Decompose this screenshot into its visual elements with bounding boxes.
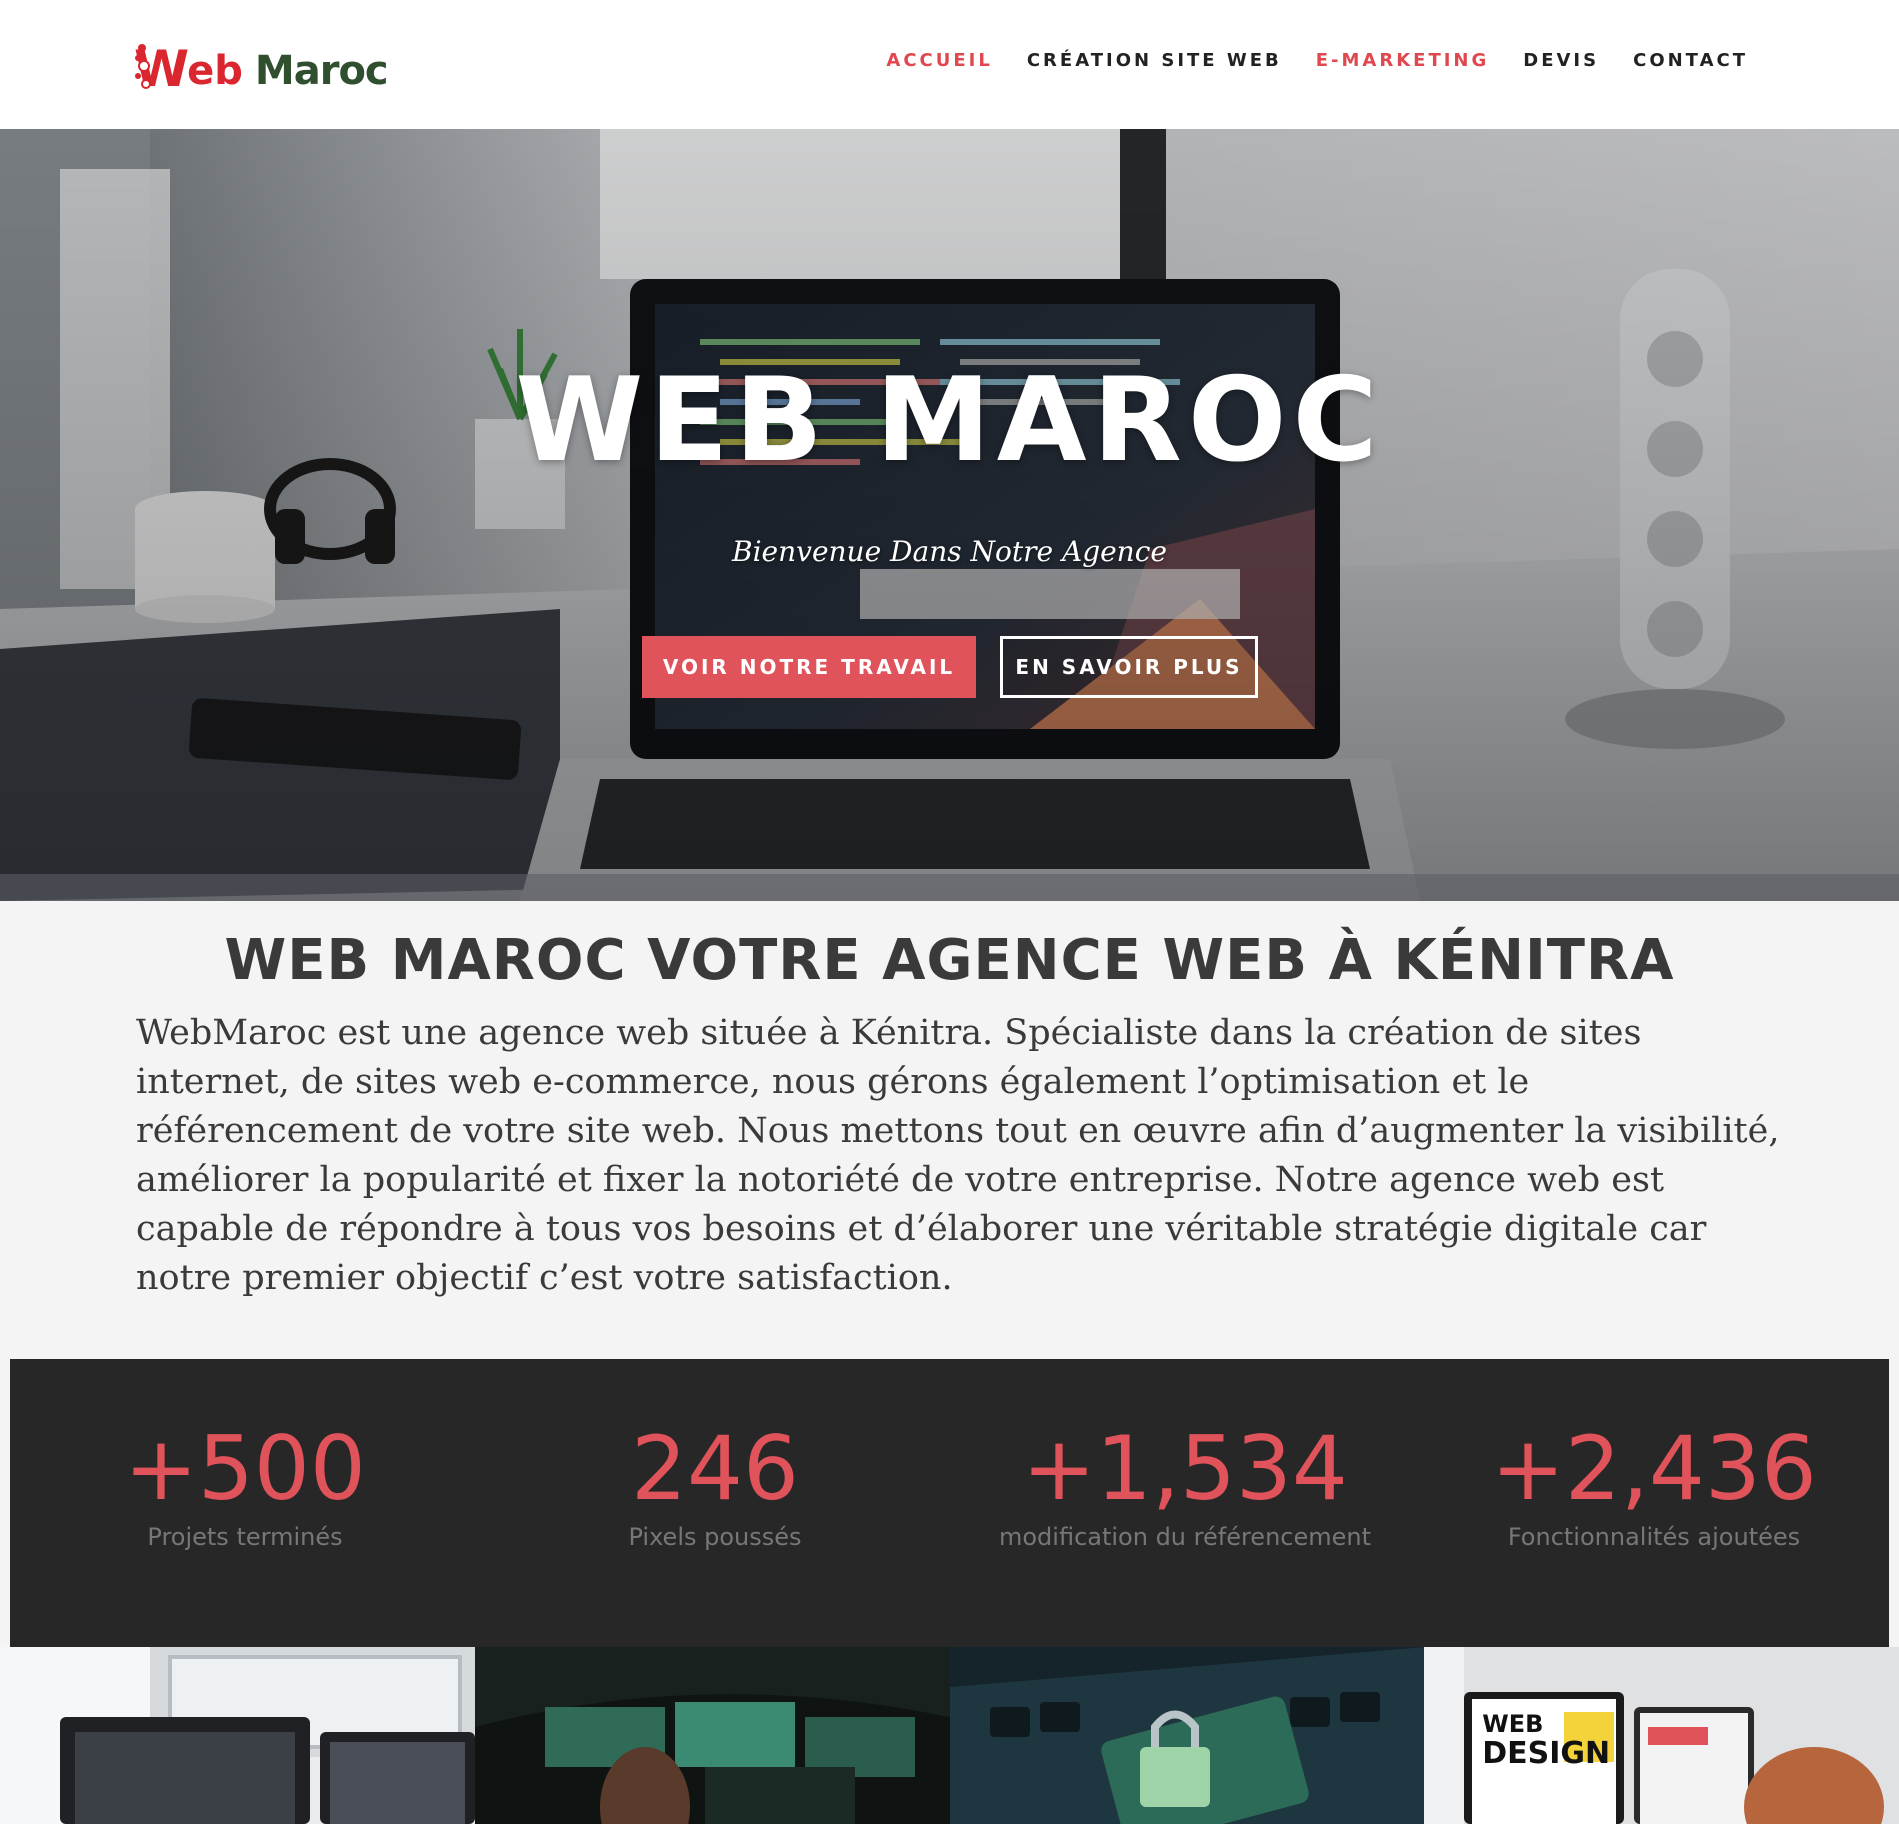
stat-label: Pixels poussés — [628, 1523, 802, 1551]
security-image — [949, 1647, 1425, 1824]
gallery-tile-security[interactable] — [949, 1647, 1425, 1824]
logo-dots-icon — [135, 44, 151, 89]
site-logo[interactable]: W eb Maroc — [134, 38, 389, 94]
voir-notre-travail-button[interactable]: VOIR NOTRE TRAVAIL — [642, 636, 976, 698]
stat-projets: +500 Projets terminés — [10, 1417, 480, 1552]
hero-title: WEB MAROC — [515, 353, 1384, 488]
nav-item-devis[interactable]: DEVIS — [1523, 50, 1599, 71]
stat-label: Fonctionnalités ajoutées — [1507, 1523, 1801, 1551]
nav-item-creation-site-web[interactable]: CRÉATION SITE WEB — [1027, 50, 1282, 71]
nav-item-contact[interactable]: CONTACT — [1633, 50, 1748, 71]
hero-section: WEB MAROC Bienvenue Dans Notre Agence VO… — [0, 129, 1899, 901]
gallery-strip: WEB DESIGN — [0, 1647, 1899, 1824]
about-text: WebMaroc est une agence web située à Kén… — [136, 1013, 1780, 1298]
stat-fonctionnalites: +2,436 Fonctionnalités ajoutées — [1419, 1417, 1889, 1552]
web-design-text: WEB DESIGN — [1482, 1709, 1610, 1769]
control-room-image — [474, 1647, 950, 1824]
stat-label: Projets terminés — [147, 1523, 343, 1551]
nav-item-e-marketing[interactable]: E-MARKETING — [1316, 50, 1490, 71]
gallery-tile-web-design[interactable]: WEB DESIGN — [1424, 1647, 1899, 1824]
web-design-line-1: WEB — [1482, 1710, 1544, 1738]
stat-value: +1,534 — [1022, 1417, 1348, 1520]
main-nav: ACCUEIL CRÉATION SITE WEB E-MARKETING DE… — [852, 50, 1748, 71]
logo-text-maroc: Maroc — [254, 48, 389, 94]
hero-subtitle: Bienvenue Dans Notre Agence — [732, 535, 1167, 568]
gallery-tile-control-room[interactable] — [474, 1647, 950, 1824]
logo-text-eb: eb — [187, 48, 243, 94]
stat-pixels: 246 Pixels poussés — [480, 1417, 950, 1552]
nav-item-accueil[interactable]: ACCUEIL — [886, 50, 992, 71]
hero-background-image — [0, 129, 1899, 901]
en-savoir-plus-button[interactable]: EN SAVOIR PLUS — [1000, 636, 1258, 698]
stat-value: 246 — [631, 1417, 799, 1520]
about-title: WEB MAROC VOTRE AGENCE WEB À KÉNITRA — [224, 928, 1675, 993]
site-header: W eb Maroc ACCUEIL CRÉATION SITE WEB E-M… — [0, 0, 1899, 129]
stat-value: +500 — [124, 1417, 366, 1520]
gallery-tile-office[interactable] — [0, 1647, 475, 1824]
stats-section: +500 Projets terminés 246 Pixels poussés… — [10, 1359, 1889, 1647]
office-image — [0, 1647, 475, 1824]
stat-referencement: +1,534 modification du référencement — [950, 1417, 1420, 1552]
stat-value: +2,436 — [1491, 1417, 1817, 1520]
stat-label: modification du référencement — [998, 1523, 1372, 1551]
web-design-line-2: DESIGN — [1482, 1736, 1611, 1771]
